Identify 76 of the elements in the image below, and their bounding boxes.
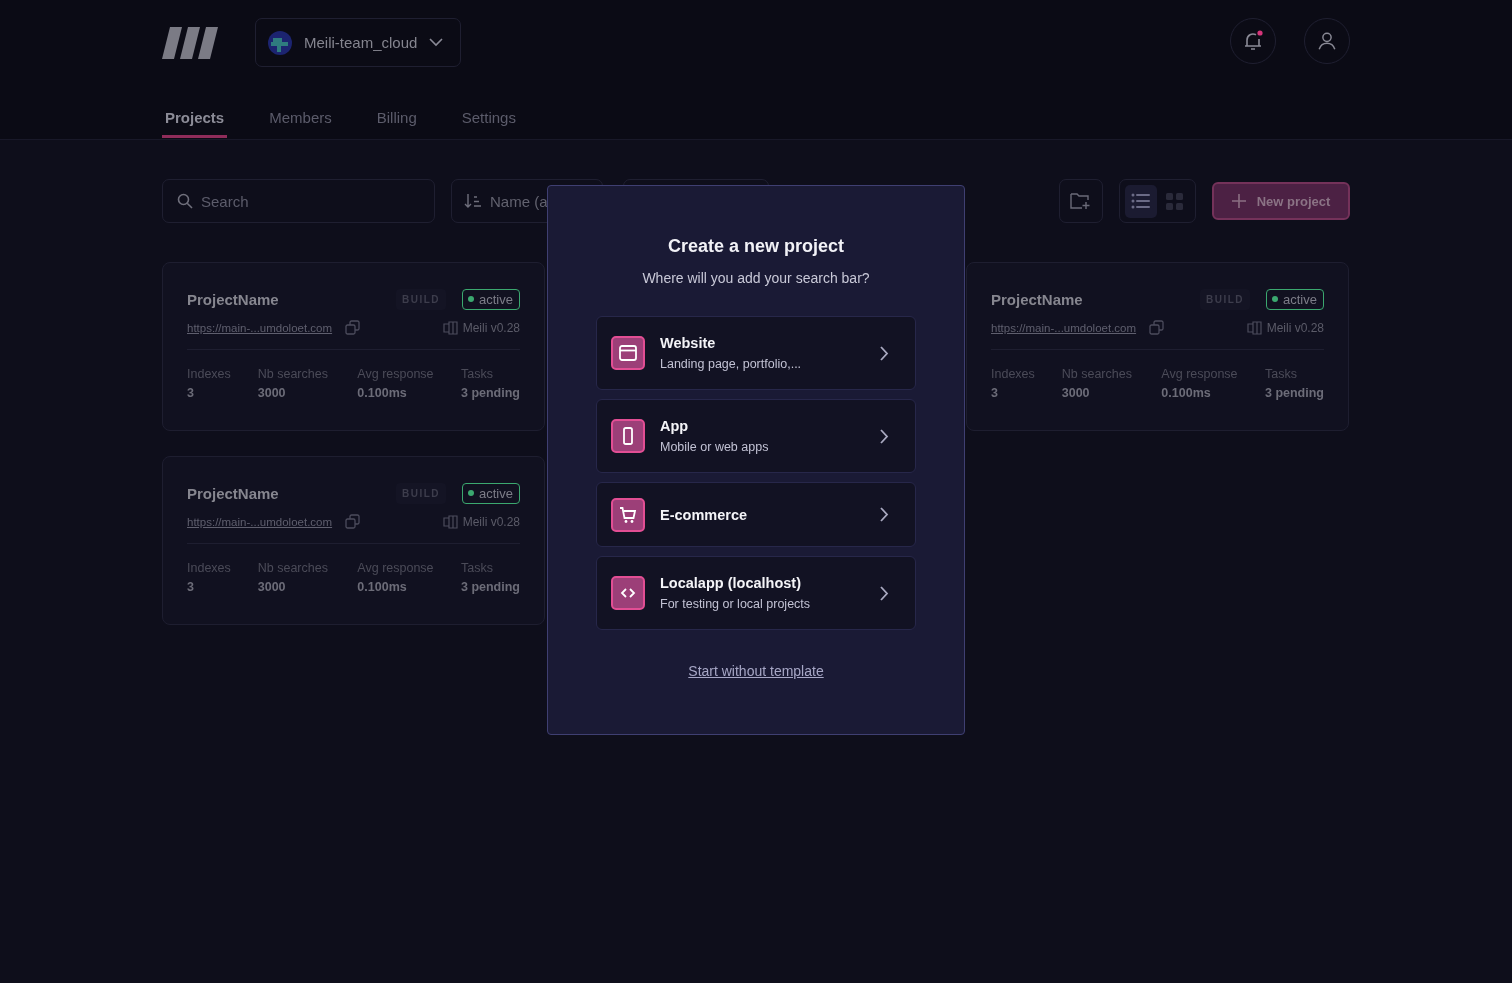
project-link[interactable]: https://main-...umdoloet.com — [187, 321, 333, 334]
stat-label: Tasks — [460, 367, 494, 381]
new-folder-button[interactable] — [1059, 179, 1103, 223]
version-label: Meili v0.28 — [462, 320, 520, 335]
template-option[interactable]: Website Landing page, portfolio,... — [596, 316, 916, 390]
stat-label: Tasks — [1264, 367, 1298, 381]
project-name: ProjectName — [187, 484, 280, 502]
version-label: Meili v0.28 — [1266, 320, 1324, 335]
tab[interactable]: Settings — [458, 109, 519, 138]
stat-label: Indexes — [187, 367, 232, 381]
template-option[interactable]: Localapp (localhost) For testing or local projects — [596, 556, 916, 630]
chevron-right-icon — [880, 507, 889, 522]
grid-icon — [1165, 192, 1183, 210]
copy-icon — [345, 514, 361, 529]
dialog-subtitle: Where will you add your search bar? — [642, 270, 870, 286]
stat-value: 3 pending — [460, 386, 520, 400]
stat-label: Nb searches — [257, 367, 329, 381]
stat-label: Indexes — [991, 367, 1036, 381]
team-selector[interactable]: Meili-team_cloud — [255, 18, 461, 67]
stat-value: 0.100ms — [1161, 386, 1212, 400]
new-project-button[interactable]: New project — [1212, 182, 1350, 220]
project-name: ProjectName — [187, 290, 280, 308]
stat-value: 3000 — [1061, 386, 1091, 400]
dialog-title: Create a new project — [667, 236, 845, 257]
code-badge-icon — [611, 576, 645, 610]
version-label: Meili v0.28 — [462, 514, 520, 529]
stat-value: 3000 — [257, 386, 287, 400]
cart-badge-icon — [611, 497, 645, 532]
team-avatar-icon — [268, 30, 292, 55]
start-without-template-link[interactable]: Start without template — [688, 663, 824, 679]
search-field[interactable]: Search — [162, 179, 435, 223]
stat-value: 3 pending — [1264, 386, 1324, 400]
chevron-right-icon — [880, 345, 889, 361]
stat-label: Nb searches — [257, 561, 329, 575]
user-icon — [1316, 30, 1338, 52]
stat-value: 3000 — [257, 580, 287, 594]
copy-icon — [345, 320, 361, 335]
project-link[interactable]: https://main-...umdoloet.com — [187, 515, 333, 528]
stat-label: Indexes — [187, 561, 232, 575]
status-badge: active — [462, 288, 520, 310]
list-view-button[interactable] — [1125, 184, 1157, 218]
stat-label: Avg response — [357, 367, 435, 381]
version-icon — [1246, 320, 1262, 335]
stat-value: 0.100ms — [357, 386, 408, 400]
status-badge: active — [1266, 288, 1324, 310]
copy-icon — [1149, 320, 1165, 335]
stat-label: Avg response — [1161, 367, 1239, 381]
chevron-right-icon — [880, 428, 889, 444]
logo-icon — [162, 26, 218, 59]
folder-plus-icon — [1070, 191, 1092, 211]
version-icon — [442, 320, 458, 335]
stat-value: 3 — [991, 386, 999, 400]
chevron-down-icon — [429, 38, 444, 47]
stat-value: 3 — [187, 386, 195, 400]
chevron-right-icon — [880, 585, 889, 601]
project-name: ProjectName — [991, 290, 1084, 308]
stat-value: 3 — [187, 580, 195, 594]
project-link[interactable]: https://main-...umdoloet.com — [991, 321, 1137, 334]
search-icon — [177, 193, 193, 209]
tab[interactable]: Projects — [162, 109, 228, 138]
version-icon — [442, 514, 458, 529]
list-icon — [1131, 192, 1151, 210]
stat-label: Nb searches — [1061, 367, 1133, 381]
tab[interactable]: Members — [266, 109, 335, 138]
template-option[interactable]: App Mobile or web apps — [596, 399, 916, 473]
tab[interactable]: Billing — [373, 109, 420, 138]
status-badge: active — [462, 482, 520, 504]
phone-badge-icon — [611, 419, 645, 453]
browser-window-badge-icon — [611, 336, 645, 370]
stat-value: 0.100ms — [357, 580, 408, 594]
sort-icon — [464, 193, 482, 209]
stat-label: Tasks — [460, 561, 494, 575]
template-option[interactable]: E-commerce — [596, 482, 916, 547]
stat-value: 3 pending — [460, 580, 520, 594]
stat-label: Avg response — [357, 561, 435, 575]
plus-icon — [1231, 194, 1246, 208]
